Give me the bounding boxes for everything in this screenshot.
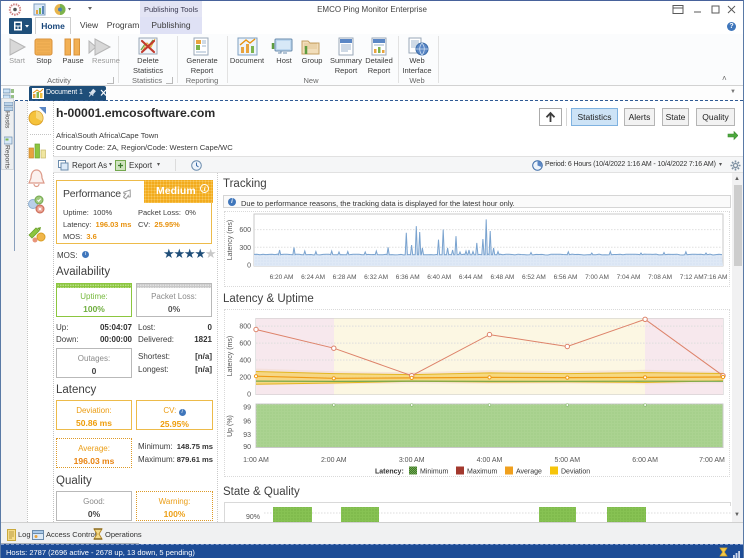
svg-text:6:52 AM: 6:52 AM: [522, 274, 546, 281]
svg-text:7:08 AM: 7:08 AM: [648, 274, 672, 281]
svg-text:6:20 AM: 6:20 AM: [270, 274, 294, 281]
svg-text:2:00 AM: 2:00 AM: [321, 457, 347, 464]
svg-text:90: 90: [243, 444, 251, 451]
svg-text:5:00 AM: 5:00 AM: [554, 457, 580, 464]
svg-text:Deviation: Deviation: [561, 469, 590, 476]
svg-text:400: 400: [239, 358, 251, 365]
svg-text:6:28 AM: 6:28 AM: [333, 274, 357, 281]
svg-text:1:00 AM: 1:00 AM: [243, 457, 269, 464]
svg-text:Up (%): Up (%): [227, 415, 234, 437]
svg-text:7:04 AM: 7:04 AM: [617, 274, 641, 281]
svg-text:6:00 AM: 6:00 AM: [632, 457, 658, 464]
svg-text:Latency:: Latency:: [375, 469, 404, 476]
svg-text:800: 800: [239, 324, 251, 331]
svg-text:3:00 AM: 3:00 AM: [399, 457, 425, 464]
svg-text:7:00 AM: 7:00 AM: [699, 457, 725, 464]
svg-text:7:00 AM: 7:00 AM: [585, 274, 609, 281]
svg-text:200: 200: [239, 375, 251, 382]
svg-text:Latency (ms): Latency (ms): [227, 220, 234, 260]
svg-text:6:36 AM: 6:36 AM: [396, 274, 420, 281]
svg-text:7:16 AM: 7:16 AM: [704, 274, 728, 281]
svg-text:96: 96: [243, 419, 251, 426]
svg-text:6:24 AM: 6:24 AM: [301, 274, 325, 281]
svg-text:99: 99: [243, 405, 251, 412]
svg-text:6:40 AM: 6:40 AM: [427, 274, 451, 281]
svg-text:Minimum: Minimum: [420, 469, 449, 476]
svg-text:600: 600: [239, 227, 251, 234]
svg-text:Maximum: Maximum: [467, 469, 498, 476]
svg-text:4:00 AM: 4:00 AM: [477, 457, 503, 464]
svg-text:6:44 AM: 6:44 AM: [459, 274, 483, 281]
svg-text:93: 93: [243, 432, 251, 439]
svg-text:Average: Average: [516, 469, 542, 476]
svg-text:6:32 AM: 6:32 AM: [364, 274, 388, 281]
svg-text:90%: 90%: [246, 514, 260, 521]
svg-text:Latency (ms): Latency (ms): [227, 336, 234, 376]
svg-text:0: 0: [247, 392, 251, 399]
svg-text:0: 0: [247, 262, 251, 269]
svg-text:6:48 AM: 6:48 AM: [490, 274, 514, 281]
svg-text:6:56 AM: 6:56 AM: [554, 274, 578, 281]
svg-text:600: 600: [239, 341, 251, 348]
svg-text:7:12 AM: 7:12 AM: [680, 274, 704, 281]
svg-text:300: 300: [239, 245, 251, 252]
